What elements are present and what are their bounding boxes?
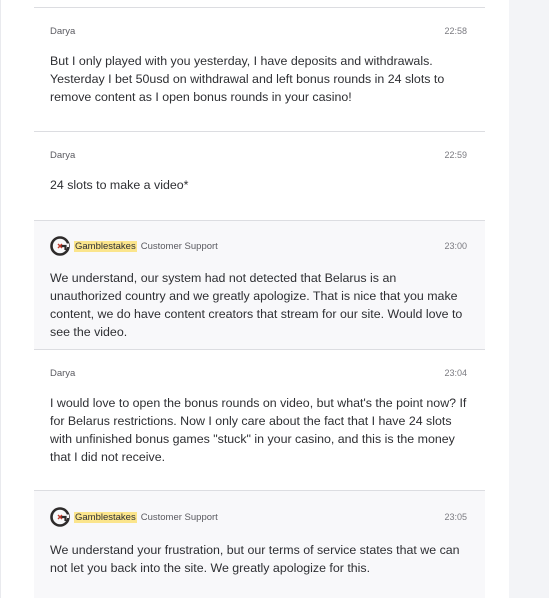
right-side-panel [509, 0, 549, 598]
chat-message-agent: Gamblestakes Customer Support 23:00 We u… [34, 220, 485, 349]
gamblestakes-logo-icon [50, 507, 70, 527]
chat-message-customer: Darya 22:59 24 slots to make a video* [34, 131, 485, 220]
brand-name-highlight: Gamblestakes [74, 511, 137, 523]
message-text: 24 slots to make a video* [50, 178, 189, 192]
gamblestakes-logo-icon [50, 236, 70, 256]
agent-role: Customer Support [140, 511, 218, 523]
message-header: Darya 23:04 [50, 362, 467, 384]
message-time: 23:00 [444, 241, 467, 251]
message-time: 22:58 [444, 26, 467, 36]
message-author: Darya [50, 25, 76, 37]
message-time: 23:04 [444, 368, 467, 378]
message-time: 22:59 [444, 150, 467, 160]
message-text: But I only played with you yesterday, I … [50, 54, 445, 104]
message-author: Darya [50, 367, 76, 379]
message-text: I would love to open the bonus rounds on… [50, 396, 467, 464]
brand-name-highlight: Gamblestakes [74, 240, 137, 252]
message-time: 23:05 [444, 512, 467, 522]
message-header: Darya 22:59 [50, 144, 467, 166]
chat-page: Darya 22:58 But I only played with you y… [0, 0, 549, 598]
message-text: We understand, our system had not detect… [50, 271, 463, 339]
chat-message-agent: Gamblestakes Customer Support 23:05 We u… [34, 490, 485, 598]
chat-message-customer: Darya 23:04 I would love to open the bon… [34, 349, 485, 490]
message-header: Darya 22:58 [50, 20, 467, 42]
message-author: Darya [50, 149, 76, 161]
message-header: Gamblestakes Customer Support 23:05 [50, 506, 467, 528]
agent-role: Customer Support [140, 240, 218, 252]
thread-left-edge [0, 0, 1, 598]
chat-message-customer: Darya 22:58 But I only played with you y… [34, 7, 485, 131]
message-text: We understand your frustration, but our … [50, 543, 460, 575]
chat-thread: Darya 22:58 But I only played with you y… [0, 0, 509, 598]
message-header: Gamblestakes Customer Support 23:00 [50, 235, 467, 257]
